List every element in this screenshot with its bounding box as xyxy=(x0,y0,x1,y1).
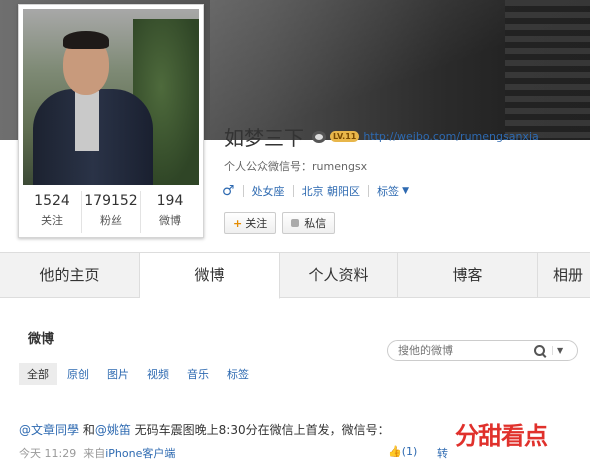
filter-original[interactable]: 原创 xyxy=(59,363,97,385)
zodiac-link[interactable]: 处女座 xyxy=(252,183,285,199)
filter-videos[interactable]: 视频 xyxy=(139,363,177,385)
mention-link[interactable]: @姚笛 xyxy=(95,423,131,437)
stat-fans[interactable]: 179152 粉丝 xyxy=(82,191,141,233)
like-button[interactable]: 👍(1) xyxy=(388,445,417,458)
search-input[interactable] xyxy=(398,344,528,357)
tab-weibo[interactable]: 微博 xyxy=(140,253,280,299)
location-link[interactable]: 北京 朝阳区 xyxy=(302,183,361,199)
profile-tabs: 他的主页 微博 个人资料 博客 相册 xyxy=(0,252,590,299)
search-icon[interactable] xyxy=(534,344,546,357)
chevron-down-icon[interactable]: ▼ xyxy=(402,186,409,196)
wechat-info: 个人公众微信号：rumengsx xyxy=(224,160,368,173)
follow-button[interactable]: + 关注 xyxy=(224,212,277,234)
stat-label: 粉丝 xyxy=(100,214,122,227)
section-title: 微博 xyxy=(28,332,55,347)
post-text: @文章同學 和@姚笛 无码车震图晚上8:30分在微信上首发，微信号： xyxy=(19,423,390,437)
avatar[interactable] xyxy=(23,9,199,185)
stat-number: 1524 xyxy=(34,193,70,209)
filter-tags[interactable]: 标签 xyxy=(219,363,257,385)
cover-bench-image xyxy=(505,0,590,140)
level-badge[interactable]: LV.11 xyxy=(330,131,360,142)
forward-button[interactable]: 转 xyxy=(437,445,448,461)
tab-album[interactable]: 相册 xyxy=(538,253,590,297)
post-meta: 今天 11:29 来自iPhone客户端 xyxy=(19,447,176,460)
message-label: 私信 xyxy=(304,217,327,230)
profile-card: 1524 关注 179152 粉丝 194 微博 xyxy=(18,4,204,238)
watermark-logo: 分甜看点 xyxy=(455,422,548,450)
mention-link[interactable]: @文章同學 xyxy=(19,423,79,437)
stat-label: 微博 xyxy=(159,214,181,227)
tags-link[interactable]: 标签 xyxy=(377,183,399,199)
profile-actions: + 关注 私信 xyxy=(224,212,341,234)
filter-images[interactable]: 图片 xyxy=(99,363,137,385)
profile-name: 如梦三下 xyxy=(224,126,304,150)
message-button[interactable]: 私信 xyxy=(282,212,336,234)
plus-icon: + xyxy=(233,216,243,230)
filter-music[interactable]: 音乐 xyxy=(179,363,217,385)
follow-label: 关注 xyxy=(245,217,268,230)
homepage-link[interactable]: http://weibo.com/rumengsanxia xyxy=(363,130,538,143)
stat-label: 关注 xyxy=(41,214,63,227)
info-row: ♂ 处女座 北京 朝阳区 标签 ▼ xyxy=(222,183,409,199)
stat-number: 179152 xyxy=(84,193,138,209)
tab-profile[interactable]: 个人资料 xyxy=(280,253,398,297)
message-icon xyxy=(291,219,300,227)
vip-icon[interactable] xyxy=(312,130,326,143)
stats-bar: 1524 关注 179152 粉丝 194 微博 xyxy=(23,191,199,233)
stat-posts[interactable]: 194 微博 xyxy=(141,191,199,233)
tab-blog[interactable]: 博客 xyxy=(398,253,538,297)
post-time[interactable]: 今天 11:29 xyxy=(19,447,76,460)
stat-number: 194 xyxy=(156,193,184,209)
stat-following[interactable]: 1524 关注 xyxy=(23,191,82,233)
search-box[interactable]: ▼ xyxy=(387,340,578,361)
filter-all[interactable]: 全部 xyxy=(19,363,57,385)
tab-home[interactable]: 他的主页 xyxy=(0,253,140,297)
male-icon: ♂ xyxy=(222,183,235,199)
post-source[interactable]: iPhone客户端 xyxy=(105,447,175,460)
filter-bar: 全部 原创 图片 视频 音乐 标签 xyxy=(19,363,259,385)
name-row: 如梦三下 LV.11 http://weibo.com/rumengsanxia xyxy=(224,122,539,151)
chevron-down-icon[interactable]: ▼ xyxy=(552,346,563,355)
thumbs-up-icon: 👍 xyxy=(388,445,402,458)
